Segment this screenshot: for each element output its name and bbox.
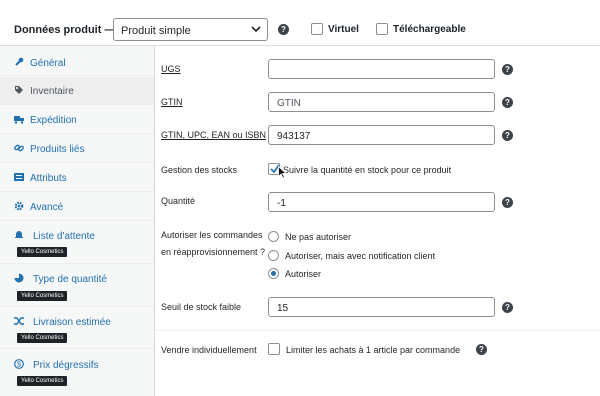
bell-icon (15, 231, 23, 238)
global-id-label: GTIN, UPC, EAN ou ISBN (161, 130, 267, 140)
product-data-title: Données produit — (14, 24, 116, 36)
help-icon[interactable]: ? (278, 24, 289, 35)
tab-linked-products[interactable]: Produits liés (0, 135, 154, 163)
downloadable-checkbox[interactable] (376, 23, 388, 35)
tab-label: Inventaire (30, 86, 74, 97)
help-icon[interactable]: ? (476, 344, 487, 355)
tab-label: Type de quantité (33, 274, 107, 285)
plugin-badge: Yello Cosmetics (17, 333, 68, 343)
manage-stock-label: Gestion des stocks (161, 165, 238, 175)
product-type-value: Produit simple (121, 25, 191, 37)
tab-label: Liste d'attente (33, 231, 95, 242)
tab-shipping[interactable]: Expédition (0, 106, 154, 134)
quantity-label: Quantité (161, 196, 196, 206)
product-type-select[interactable]: Produit simple (113, 18, 268, 41)
tab-quantity-type[interactable]: Type de quantité Yello Cosmetics (0, 264, 154, 307)
low-stock-input[interactable]: 15 (268, 297, 495, 317)
product-data-header: Données produit — Produit simple ? Virtu… (0, 0, 600, 46)
tab-label: Expédition (30, 115, 77, 126)
quantity-input[interactable]: -1 (268, 192, 495, 212)
backorder-radio-notify[interactable] (268, 250, 279, 261)
list-icon (14, 173, 24, 181)
help-icon[interactable]: ? (502, 197, 513, 208)
sku-label: UGS (161, 64, 181, 74)
tab-label: Général (30, 58, 66, 69)
backorder-radio-yes[interactable] (268, 268, 279, 279)
tab-inventory[interactable]: Inventaire (0, 77, 154, 105)
tab-label: Produits liés (30, 144, 85, 155)
dollar-icon: $ (14, 359, 24, 369)
tab-label: Avancé (30, 202, 64, 213)
section-divider (155, 330, 600, 331)
link-icon (14, 144, 24, 152)
help-icon[interactable]: ? (502, 130, 513, 141)
sold-individually-checkbox-label: Limiter les achats à 1 article par comma… (286, 345, 461, 355)
virtual-label: Virtuel (328, 24, 359, 35)
downloadable-label: Téléchargeable (393, 24, 466, 35)
low-stock-value: 15 (277, 303, 289, 314)
manage-stock-checkbox-label: Suivre la quantité en stock pour ce prod… (283, 165, 452, 175)
backorder-radio-no[interactable] (268, 231, 279, 242)
gear-icon (14, 201, 24, 211)
tab-label: Attributs (30, 173, 67, 184)
tab-waitlist[interactable]: Liste d'attente Yello Cosmetics (0, 222, 154, 264)
radio-selected-dot (271, 271, 276, 276)
pie-icon (14, 273, 24, 283)
tab-tiered-pricing[interactable]: $ Prix dégressifs Yello Cosmetics (0, 349, 154, 396)
plugin-badge: Yello Cosmetics (17, 376, 68, 386)
tab-label: Livraison estimée (33, 317, 111, 328)
help-icon[interactable]: ? (502, 302, 513, 313)
shuffle-icon (14, 317, 24, 325)
global-id-value: 943137 (277, 131, 311, 142)
virtual-checkbox[interactable] (311, 23, 323, 35)
tag-icon (15, 86, 23, 94)
sold-individually-label: Vendre individuellement (161, 345, 257, 355)
help-icon[interactable]: ? (502, 97, 513, 108)
global-id-input[interactable]: 943137 (268, 125, 495, 145)
backorders-label-line1: Autoriser les commandes (161, 230, 263, 240)
low-stock-label: Seuil de stock faible (161, 302, 242, 312)
plugin-badge: Yello Cosmetics (17, 291, 68, 301)
mouse-cursor-icon (278, 166, 287, 179)
tab-general[interactable]: Général (0, 48, 154, 76)
sku-input[interactable] (268, 59, 495, 79)
gtin-input[interactable]: GTIN (268, 92, 495, 112)
gtin-placeholder: GTIN (277, 98, 301, 109)
chevron-down-icon (251, 26, 261, 33)
backorder-option-label: Ne pas autoriser (285, 232, 352, 242)
truck-icon (14, 116, 24, 124)
quantity-value: -1 (277, 198, 286, 209)
tab-label: Prix dégressifs (33, 360, 99, 371)
sold-individually-checkbox[interactable] (268, 343, 280, 355)
gtin-label: GTIN (161, 97, 183, 107)
product-data-tabs: Général Inventaire Expédition Produits l… (0, 46, 155, 396)
plugin-badge: Yello Cosmetics (17, 247, 68, 257)
tab-advanced[interactable]: Avancé (0, 193, 154, 221)
backorders-label-line2: en réapprovisionnement ? (161, 247, 266, 257)
svg-text:$: $ (17, 362, 21, 369)
tab-estimated-delivery[interactable]: Livraison estimée Yello Cosmetics (0, 307, 154, 349)
wrench-icon (15, 57, 24, 66)
tab-attributes[interactable]: Attributs (0, 164, 154, 192)
backorder-option-label: Autoriser (285, 269, 322, 279)
backorder-option-label: Autoriser, mais avec notification client (285, 251, 436, 261)
help-icon[interactable]: ? (502, 64, 513, 75)
